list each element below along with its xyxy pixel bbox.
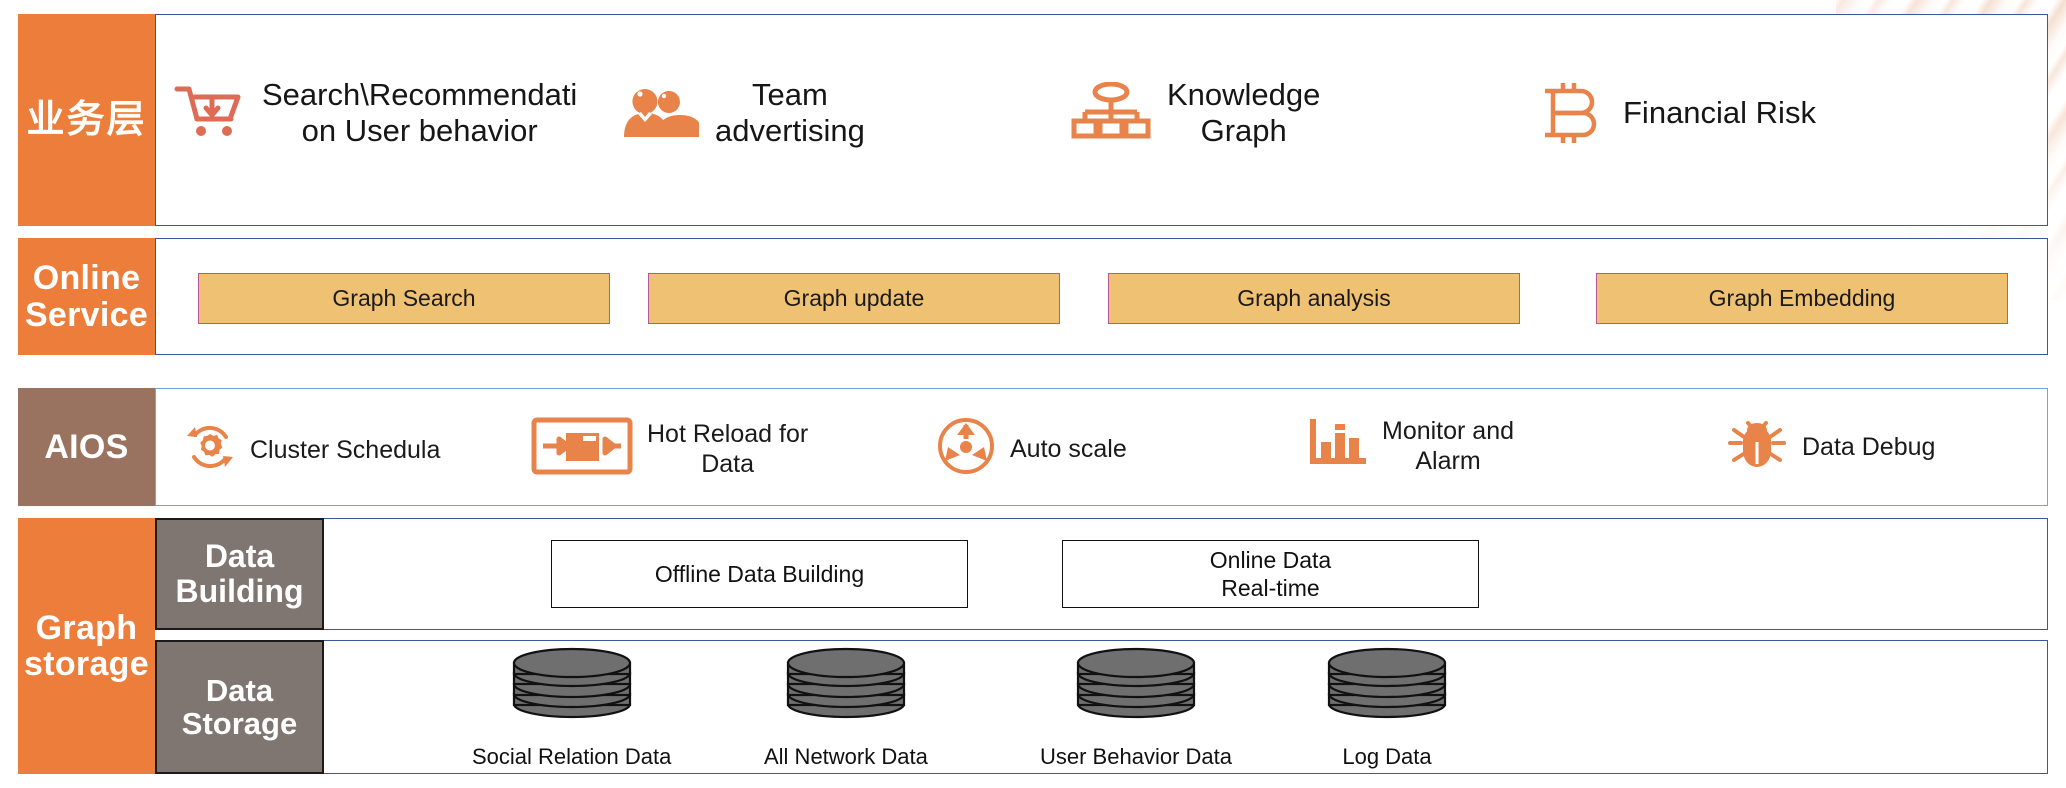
database-all-network[interactable]: All Network Data — [764, 647, 928, 770]
business-item-team-advertising[interactable]: Team advertising — [621, 77, 865, 150]
data-building-tag-label: Data Building — [175, 538, 304, 609]
aios-item-auto-scale[interactable]: Auto scale — [936, 417, 1127, 480]
database-log-data[interactable]: Log Data — [1324, 647, 1450, 770]
data-building-tag: Data Building — [155, 518, 324, 630]
service-box-graph-update-label: Graph update — [783, 285, 925, 311]
data-building-band: Data Building Offline Data Building Onli… — [155, 518, 2048, 630]
bitcoin-icon — [1541, 79, 1607, 148]
business-item-financial-risk[interactable]: Financial Risk — [1541, 79, 1816, 148]
aios-item-cluster-schedula[interactable]: Cluster Schedula — [184, 421, 440, 478]
service-box-graph-search-label: Graph Search — [332, 285, 476, 311]
online-data-realtime-box[interactable]: Online Data Real-time — [1062, 540, 1479, 608]
data-building-area: Offline Data Building Online Data Real-t… — [324, 519, 2047, 629]
database-social-relation[interactable]: Social Relation Data — [472, 647, 671, 770]
business-item-financial-risk-label: Financial Risk — [1623, 95, 1816, 131]
service-box-graph-embedding[interactable]: Graph Embedding — [1596, 273, 2008, 324]
business-item-search-recommendation-label: Search\Recommendati on User behavior — [262, 77, 578, 149]
business-item-team-advertising-label: Team advertising — [715, 77, 865, 149]
shopping-cart-icon — [174, 82, 246, 145]
aios-item-auto-scale-label: Auto scale — [1010, 434, 1127, 463]
service-box-graph-analysis[interactable]: Graph analysis — [1108, 273, 1520, 324]
database-user-behavior-caption: User Behavior Data — [1040, 744, 1232, 769]
bug-icon — [1726, 415, 1788, 478]
business-layer-label: 业务层 — [18, 14, 155, 226]
bar-chart-icon — [1306, 415, 1368, 476]
knowledge-graph-hierarchy-icon — [1071, 81, 1151, 145]
database-cylinder-icon — [1324, 647, 1450, 742]
offline-data-building-box[interactable]: Offline Data Building — [551, 540, 968, 608]
business-item-knowledge-graph-label: Knowledge Graph — [1167, 77, 1321, 149]
data-storage-area: Social Relation Data All Network Data Us… — [324, 641, 2047, 773]
gear-refresh-icon — [184, 421, 236, 478]
service-box-graph-analysis-label: Graph analysis — [1237, 285, 1391, 311]
data-storage-tag: Data Storage — [155, 640, 324, 774]
database-user-behavior[interactable]: User Behavior Data — [1040, 647, 1232, 770]
aios-item-data-debug[interactable]: Data Debug — [1726, 415, 1935, 478]
service-box-graph-search[interactable]: Graph Search — [198, 273, 610, 324]
aios-item-monitor-alarm-label: Monitor and Alarm — [1382, 416, 1515, 475]
business-layer-label-text: 业务层 — [26, 98, 147, 141]
service-box-graph-embedding-label: Graph Embedding — [1708, 285, 1896, 311]
aios-item-hot-reload[interactable]: Hot Reload for Data — [531, 417, 808, 480]
business-layer-row: 业务层 Search\Recommendati on User behavior… — [18, 14, 2048, 226]
database-log-data-caption: Log Data — [1342, 744, 1432, 769]
data-storage-band: Data Storage Social Relation Data All Ne… — [155, 640, 2048, 774]
aios-panel: Cluster Schedula Hot Reload for Data Aut… — [155, 388, 2048, 506]
online-service-row: Online Service Graph Search Graph update… — [18, 238, 2048, 355]
aios-item-cluster-schedula-label: Cluster Schedula — [250, 435, 441, 464]
team-people-icon — [621, 81, 703, 146]
business-item-knowledge-graph[interactable]: Knowledge Graph — [1071, 77, 1320, 150]
hot-reload-icon — [531, 417, 633, 480]
online-service-label: Online Service — [18, 238, 155, 355]
database-cylinder-icon — [783, 647, 909, 742]
online-service-label-text: Online Service — [24, 259, 149, 334]
offline-data-building-label: Offline Data Building — [654, 560, 865, 587]
database-cylinder-icon — [1073, 647, 1199, 742]
architecture-diagram: 业务层 Search\Recommendati on User behavior… — [0, 0, 2066, 788]
service-box-graph-update[interactable]: Graph update — [648, 273, 1060, 324]
aios-item-monitor-alarm[interactable]: Monitor and Alarm — [1306, 415, 1514, 476]
aios-item-hot-reload-label: Hot Reload for Data — [647, 419, 809, 478]
aios-label: AIOS — [18, 388, 155, 506]
aios-row: AIOS Cluster Schedula Hot Reload for Dat… — [18, 388, 2048, 506]
business-item-search-recommendation[interactable]: Search\Recommendati on User behavior — [174, 77, 577, 150]
business-layer-panel: Search\Recommendati on User behavior Tea… — [155, 14, 2048, 226]
database-cylinder-icon — [509, 647, 635, 742]
aios-label-text: AIOS — [44, 427, 129, 466]
database-all-network-caption: All Network Data — [764, 744, 928, 769]
graph-storage-bands: Data Building Offline Data Building Onli… — [155, 518, 2048, 774]
online-service-panel: Graph Search Graph update Graph analysis… — [155, 238, 2048, 355]
data-storage-tag-label: Data Storage — [181, 672, 298, 741]
graph-storage-label: Graph storage — [18, 518, 155, 774]
auto-scale-arrows-icon — [936, 417, 996, 480]
aios-item-data-debug-label: Data Debug — [1802, 432, 1936, 461]
graph-storage-row: Graph storage Data Building Offline Data… — [18, 518, 2048, 774]
online-data-realtime-label: Online Data Real-time — [1209, 546, 1332, 601]
database-social-relation-caption: Social Relation Data — [472, 744, 672, 769]
graph-storage-label-text: Graph storage — [24, 608, 149, 683]
